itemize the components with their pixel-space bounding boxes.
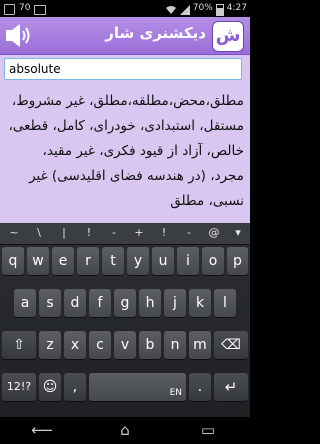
back-icon[interactable]: ⟵ <box>22 421 62 441</box>
symbol-key[interactable]: \ <box>27 226 51 239</box>
comma-key[interactable]: , <box>64 373 86 401</box>
notification-count: 70 <box>19 3 31 13</box>
app-logo: ش <box>212 21 244 52</box>
speaker-icon[interactable] <box>4 22 32 49</box>
key-z[interactable]: z <box>39 331 61 359</box>
key-f[interactable]: f <box>89 289 111 317</box>
battery-percent: 70% <box>192 3 213 13</box>
key-y[interactable]: y <box>127 247 149 275</box>
symbol-key[interactable]: | <box>52 226 76 239</box>
symbol-key[interactable]: ~ <box>2 226 26 239</box>
soft-keyboard: ~ \ | ! - + ! - @ ▾ q w e r t y u i o p … <box>0 223 250 417</box>
messenger-notification-icon <box>4 4 15 15</box>
key-n[interactable]: n <box>164 331 186 359</box>
mode-switch-key[interactable]: 12!? <box>2 373 36 401</box>
status-bar: 70 70% 4:27 <box>0 0 250 17</box>
key-r[interactable]: r <box>77 247 99 275</box>
navigation-bar: ⟵ ⌂ ▭ <box>0 417 250 444</box>
key-s[interactable]: s <box>39 289 61 317</box>
key-w[interactable]: w <box>27 247 49 275</box>
symbol-key[interactable]: @ <box>202 226 226 239</box>
wifi-icon <box>165 5 176 14</box>
key-g[interactable]: g <box>114 289 136 317</box>
signal-icon <box>179 4 190 15</box>
app-header: دیکشنری شار ش <box>0 17 250 55</box>
clock: 4:27 <box>226 3 247 13</box>
key-h[interactable]: h <box>139 289 161 317</box>
key-p[interactable]: p <box>227 247 248 275</box>
home-icon[interactable]: ⌂ <box>105 421 145 441</box>
enter-key[interactable]: ↵ <box>214 373 248 401</box>
period-key[interactable]: . <box>189 373 211 401</box>
key-k[interactable]: k <box>189 289 211 317</box>
dictionary-content: مطلق،محض،مطلقه،مطلق، غیر مشروط، مستقل، ا… <box>0 55 250 223</box>
search-input[interactable] <box>4 58 242 80</box>
recents-icon[interactable]: ▭ <box>188 421 228 441</box>
word-meaning: مطلق،محض،مطلقه،مطلق، غیر مشروط، مستقل، ا… <box>8 93 244 209</box>
app-title: دیکشنری شار <box>105 24 206 42</box>
battery-icon <box>215 3 224 16</box>
symbol-row: ~ \ | ! - + ! - @ ▾ <box>0 223 250 245</box>
key-v[interactable]: v <box>114 331 136 359</box>
key-c[interactable]: c <box>89 331 111 359</box>
key-t[interactable]: t <box>102 247 124 275</box>
space-key[interactable]: EN <box>89 373 186 401</box>
symbol-key[interactable]: - <box>177 226 201 239</box>
symbol-key[interactable]: + <box>127 226 151 239</box>
symbol-key[interactable]: ! <box>152 226 176 239</box>
image-notification-icon <box>34 4 47 15</box>
key-a[interactable]: a <box>14 289 36 317</box>
emoji-key[interactable]: ☺ <box>39 373 61 401</box>
key-b[interactable]: b <box>139 331 161 359</box>
key-e[interactable]: e <box>52 247 74 275</box>
key-u[interactable]: u <box>152 247 174 275</box>
key-j[interactable]: j <box>164 289 186 317</box>
expand-symbols-icon[interactable]: ▾ <box>226 226 250 239</box>
key-o[interactable]: o <box>202 247 224 275</box>
key-x[interactable]: x <box>64 331 86 359</box>
key-d[interactable]: d <box>64 289 86 317</box>
key-l[interactable]: l <box>214 289 236 317</box>
space-language-label: EN <box>169 388 182 398</box>
backspace-key[interactable]: ⌫ <box>214 331 248 359</box>
shift-key[interactable]: ⇧ <box>2 331 36 359</box>
symbol-key[interactable]: ! <box>77 226 101 239</box>
key-i[interactable]: i <box>177 247 199 275</box>
symbol-key[interactable]: - <box>102 226 126 239</box>
key-q[interactable]: q <box>2 247 24 275</box>
key-m[interactable]: m <box>189 331 211 359</box>
